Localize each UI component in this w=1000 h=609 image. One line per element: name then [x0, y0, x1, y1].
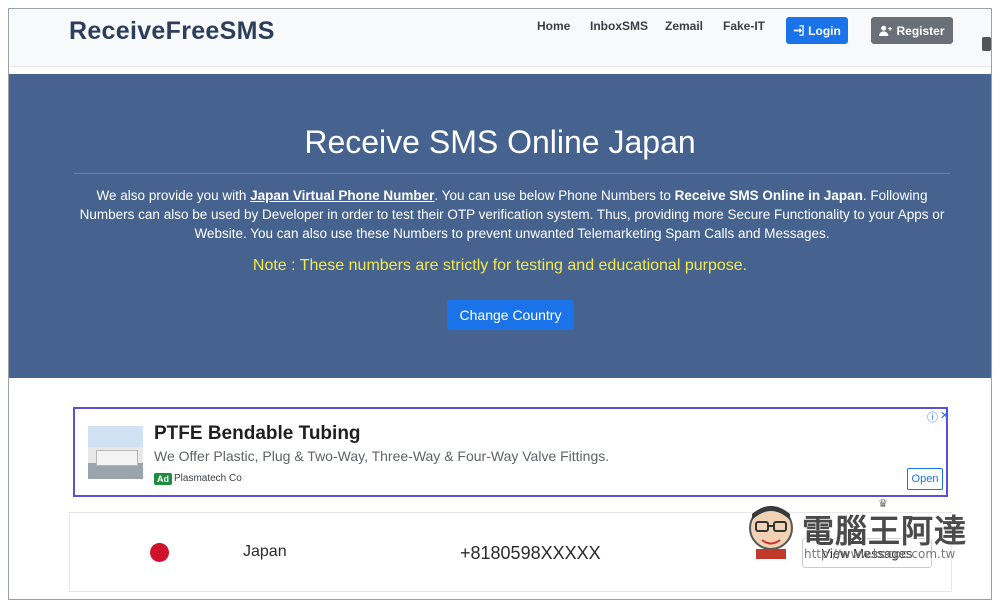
login-button[interactable]: Login — [786, 17, 848, 44]
ad-banner[interactable]: PTFE Bendable Tubing We Offer Plastic, P… — [73, 407, 949, 497]
sign-in-icon — [794, 25, 804, 36]
hero-text-part: . You can use below Phone Numbers to — [434, 188, 675, 203]
ad-info-icon[interactable]: ⓘ — [927, 409, 938, 425]
ad-description: We Offer Plastic, Plug & Two-Way, Three-… — [154, 448, 610, 464]
watermark-mascot-icon — [749, 506, 793, 559]
ad-close-icon[interactable]: ✕ — [940, 409, 949, 422]
watermark-url: http://www.kocpc.com.tw — [804, 547, 956, 561]
ad-title[interactable]: PTFE Bendable Tubing — [154, 423, 361, 445]
nav-link-home[interactable]: Home — [537, 19, 570, 33]
nav-link-inboxsms[interactable]: InboxSMS — [590, 19, 648, 33]
login-label: Login — [808, 23, 841, 38]
japan-virtual-number-link[interactable]: Japan Virtual Phone Number — [250, 188, 434, 203]
hero-description: We also provide you with Japan Virtual P… — [77, 186, 947, 243]
ad-sponsor: Plasmatech Co — [174, 473, 242, 484]
nav-link-zemail[interactable]: Zemail — [665, 19, 703, 33]
note-text: Note : These numbers are strictly for te… — [252, 257, 748, 274]
register-label: Register — [896, 23, 945, 38]
hero-text-part: We also provide you with — [96, 188, 251, 203]
browser-viewport: ReceiveFreeSMS Home InboxSMS Zemail Fake… — [8, 8, 992, 600]
user-plus-icon — [879, 25, 893, 36]
page-title: Receive SMS Online Japan — [304, 124, 696, 160]
hero-section: Receive SMS Online Japan We also provide… — [9, 74, 991, 378]
navbar: ReceiveFreeSMS Home InboxSMS Zemail Fake… — [9, 9, 991, 67]
phone-number[interactable]: +8180598XXXXX — [460, 543, 601, 564]
nav-link-fake-it[interactable]: Fake-IT — [723, 19, 765, 33]
japan-flag-icon — [150, 543, 169, 562]
brand-logo[interactable]: ReceiveFreeSMS — [69, 17, 275, 46]
ad-image[interactable] — [88, 426, 143, 479]
ad-open-button[interactable]: Open — [907, 468, 943, 490]
hero-bold-text: Receive SMS Online in Japan — [674, 188, 863, 203]
change-country-button[interactable]: Change Country — [447, 300, 574, 330]
hero-divider — [74, 173, 950, 174]
country-name: Japan — [243, 543, 287, 560]
watermark-text: 電腦王阿達 — [802, 512, 968, 550]
register-button[interactable]: Register — [871, 17, 953, 44]
scroll-handle[interactable] — [982, 37, 991, 51]
ad-badge: Ad — [154, 473, 172, 485]
